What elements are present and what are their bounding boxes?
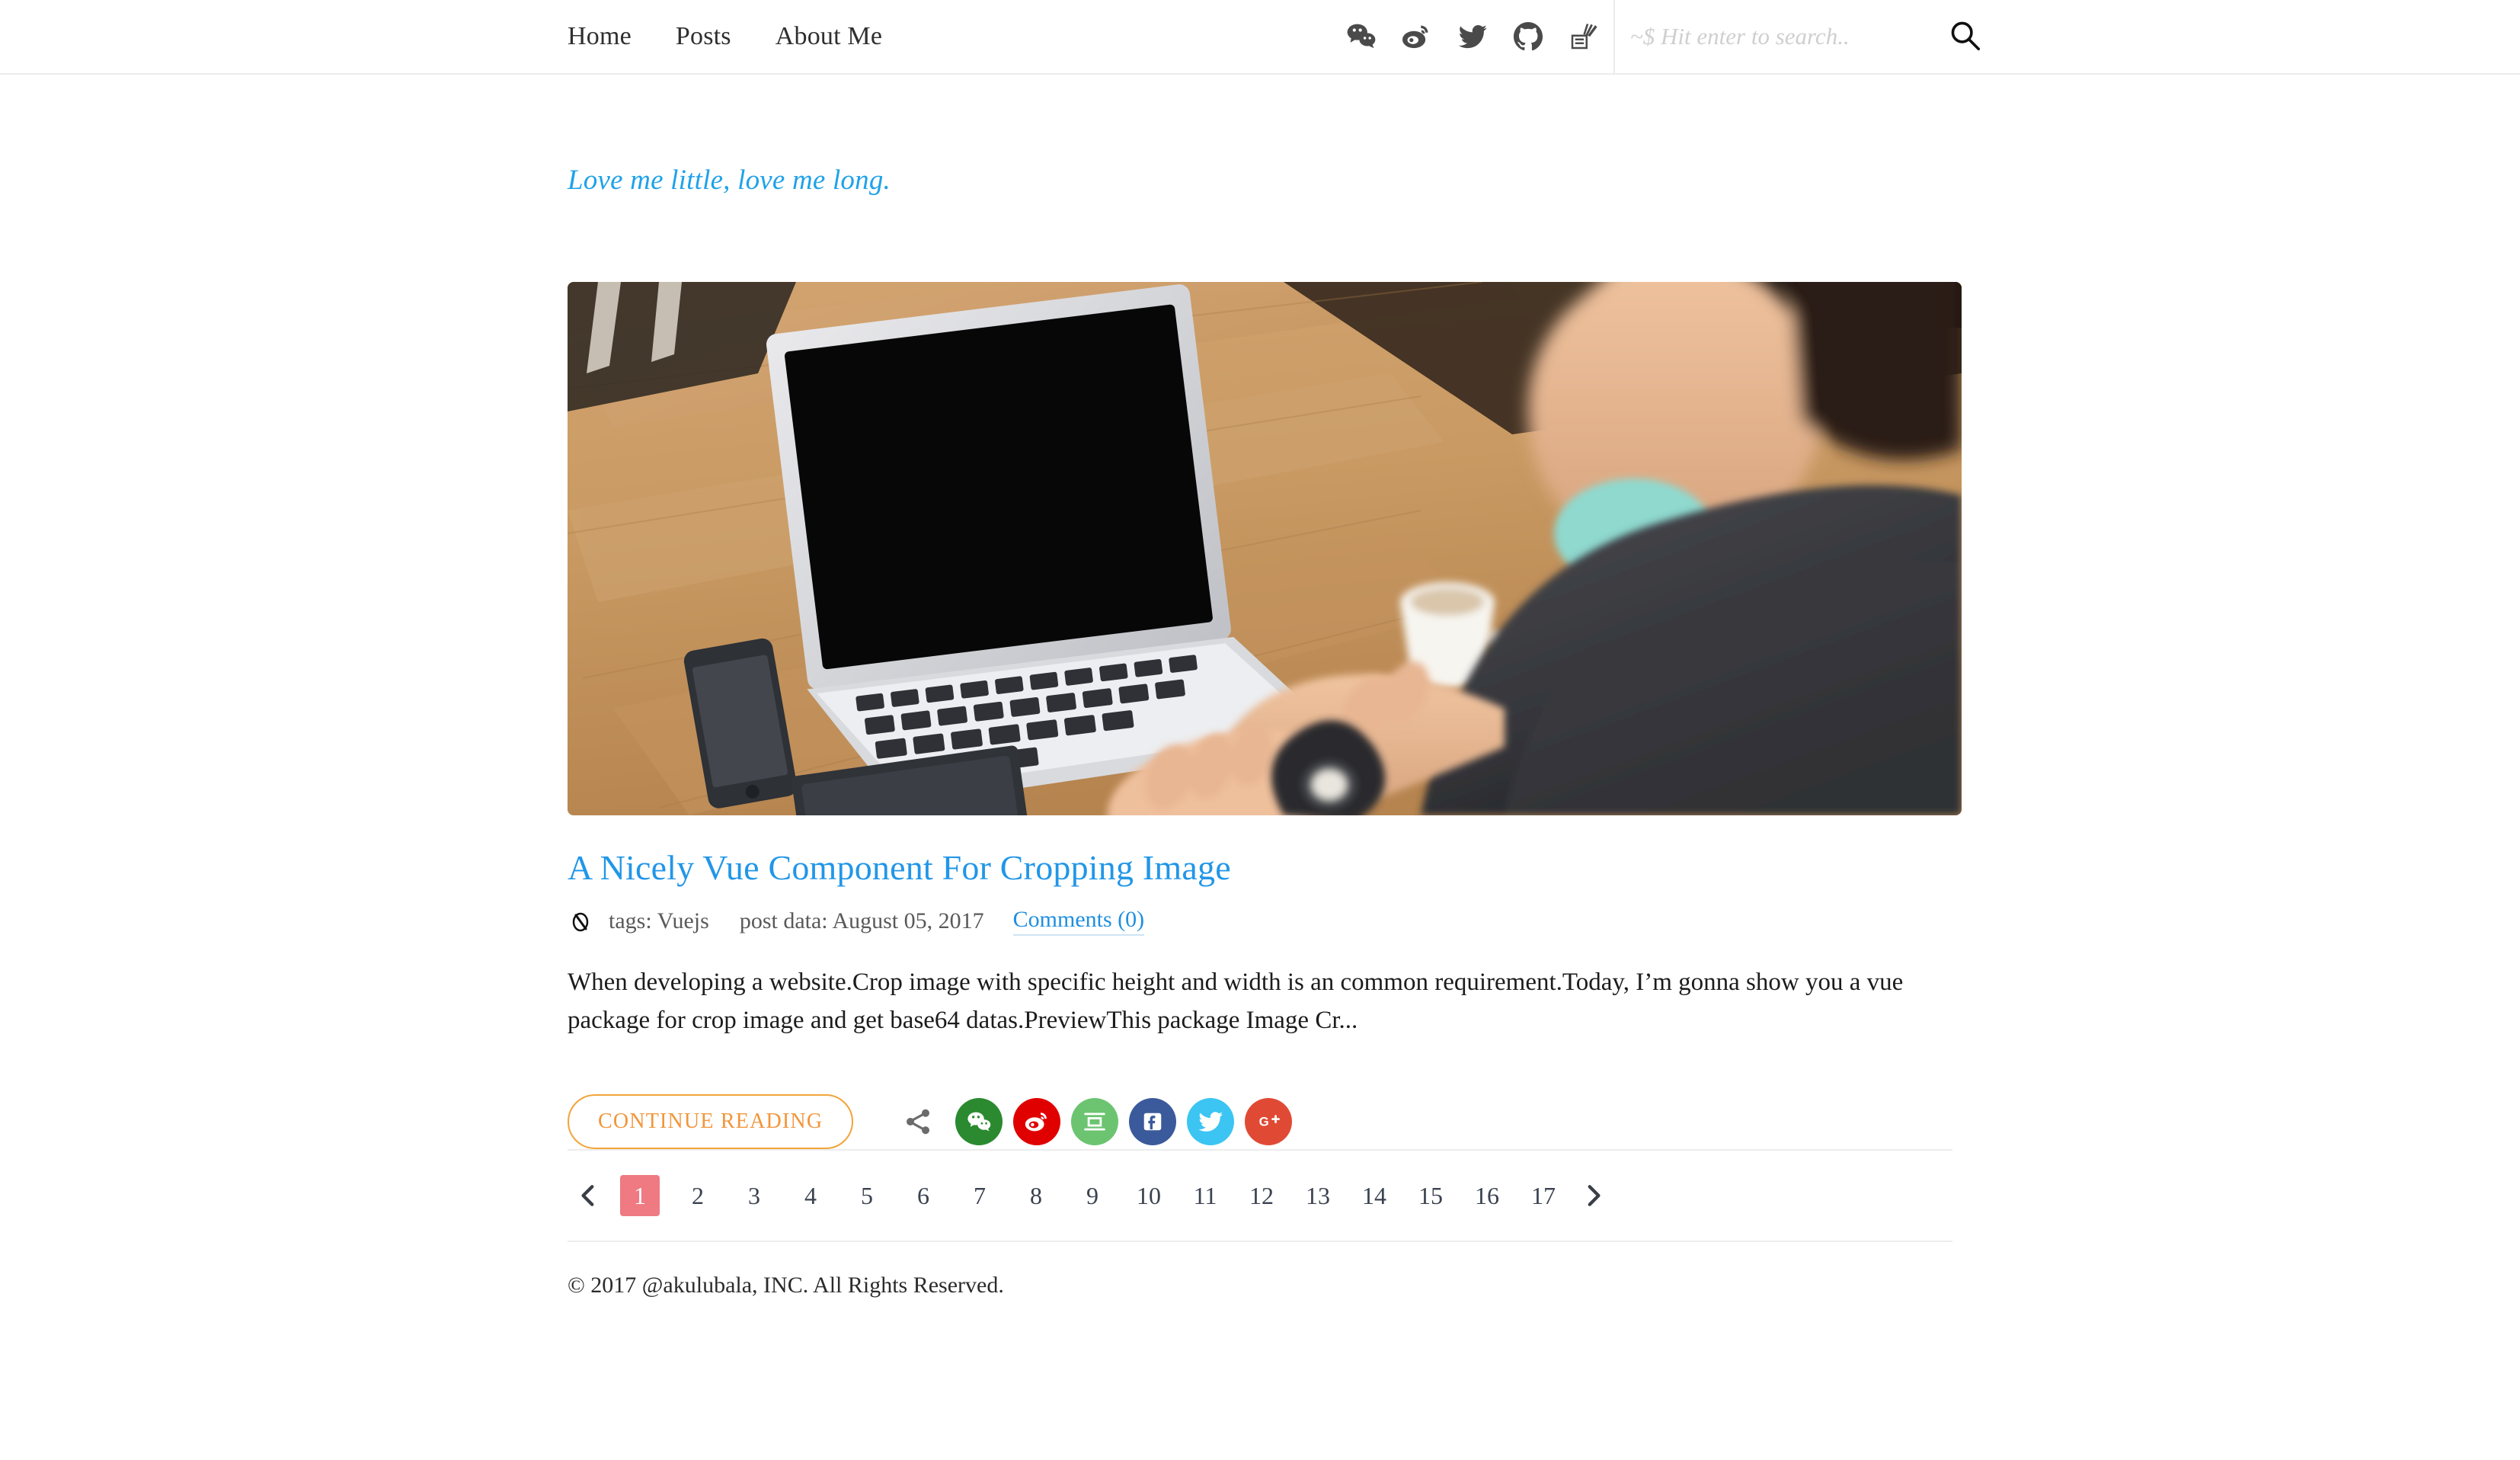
search-button[interactable] [1943, 14, 1988, 59]
share-bar: G [900, 1098, 1293, 1146]
page-4[interactable]: 4 [792, 1175, 829, 1216]
share-googleplus[interactable]: G [1245, 1098, 1293, 1146]
header-divider [1613, 0, 1615, 73]
header-inner: Home Posts About Me [0, 0, 2520, 73]
tag-loop-icon [568, 908, 593, 934]
zhihu-icon[interactable] [1567, 20, 1601, 53]
search-icon [1948, 18, 1983, 56]
page-13[interactable]: 13 [1300, 1175, 1336, 1216]
share-nodes-icon [900, 1104, 935, 1139]
wechat-icon[interactable] [1345, 20, 1378, 53]
share-wechat[interactable] [955, 1098, 1003, 1146]
page-6[interactable]: 6 [905, 1175, 942, 1216]
site-footer: © 2017 @akulubala, INC. All Rights Reser… [568, 1242, 1952, 1298]
search-input[interactable] [1630, 23, 1935, 50]
github-icon[interactable] [1511, 20, 1545, 53]
site-tagline: Love me little, love me long. [568, 165, 891, 196]
page-11[interactable]: 11 [1187, 1175, 1223, 1216]
svg-text:G: G [1259, 1115, 1269, 1129]
nav-posts[interactable]: Posts [676, 22, 731, 51]
nav-about-me[interactable]: About Me [776, 22, 882, 51]
pagination: 1 2 3 4 5 6 7 8 9 10 11 12 13 14 15 16 1… [568, 1151, 1952, 1241]
share-douban[interactable] [1071, 1098, 1119, 1146]
site-header: Home Posts About Me [0, 0, 2520, 75]
post-meta: tags: Vuejs post data: August 05, 2017 C… [568, 907, 1952, 936]
page-15[interactable]: 15 [1412, 1175, 1449, 1216]
header-social-links [1345, 0, 1601, 73]
post-title[interactable]: A Nicely Vue Component For Cropping Imag… [568, 815, 1952, 888]
share-weibo[interactable] [1013, 1098, 1061, 1146]
page-14[interactable]: 14 [1356, 1175, 1393, 1216]
twitter-icon[interactable] [1456, 20, 1489, 53]
page-10[interactable]: 10 [1130, 1175, 1167, 1216]
nav-home[interactable]: Home [568, 22, 632, 51]
post-date: post data: August 05, 2017 [739, 908, 984, 933]
main-navigation: Home Posts About Me [568, 0, 882, 73]
post-actions: CONTINUE READING G [568, 1094, 1952, 1150]
continue-reading-button[interactable]: CONTINUE READING [568, 1094, 854, 1150]
post-card: A Nicely Vue Component For Cropping Imag… [568, 282, 1962, 1150]
copyright-text: © 2017 @akulubala, INC. All Rights Reser… [568, 1273, 1004, 1298]
page-7[interactable]: 7 [961, 1175, 998, 1216]
page-1[interactable]: 1 [620, 1175, 660, 1217]
chevron-right-icon[interactable] [1572, 1174, 1614, 1217]
post-excerpt: When developing a website.Crop image wit… [568, 969, 1904, 1035]
post-tags: tags: Vuejs [609, 908, 709, 933]
page-8[interactable]: 8 [1018, 1175, 1054, 1216]
post-thumbnail[interactable] [568, 282, 1962, 815]
page-17[interactable]: 17 [1525, 1175, 1562, 1216]
chevron-left-icon[interactable] [568, 1174, 610, 1217]
share-facebook[interactable] [1129, 1098, 1177, 1146]
page-12[interactable]: 12 [1243, 1175, 1280, 1216]
page-16[interactable]: 16 [1469, 1175, 1505, 1216]
page-3[interactable]: 3 [736, 1175, 772, 1216]
search-area [1627, 0, 2008, 73]
page-9[interactable]: 9 [1074, 1175, 1111, 1216]
share-twitter[interactable] [1187, 1098, 1235, 1146]
post-comments-link[interactable]: Comments (0) [1012, 907, 1145, 936]
page-5[interactable]: 5 [849, 1175, 885, 1216]
page-2[interactable]: 2 [680, 1175, 716, 1216]
weibo-icon[interactable] [1400, 20, 1434, 53]
main-content: Love me little, love me long. A Nicely V… [0, 75, 2520, 1298]
